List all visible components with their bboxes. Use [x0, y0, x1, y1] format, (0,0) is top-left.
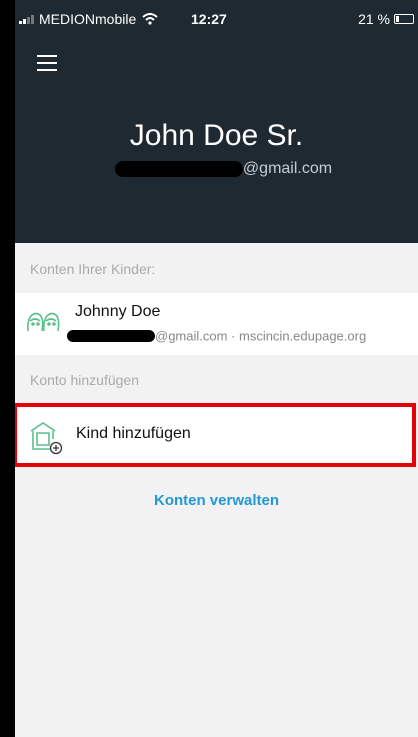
manage-accounts-link[interactable]: Konten verwalten	[15, 492, 418, 509]
status-time: 12:27	[191, 11, 227, 27]
child-email-redaction	[67, 329, 155, 342]
add-child-label: Kind hinzufügen	[76, 425, 191, 442]
child-account-row[interactable]: Johnny Doe @gmail.com · mscincin.edupage…	[15, 293, 418, 355]
carrier-name: MEDIONmobile	[39, 11, 137, 27]
battery-fill	[396, 16, 399, 22]
phone-screen: MEDIONmobile 12:27 21 % John Doe Sr. @gm…	[0, 0, 418, 737]
status-right: 21 %	[358, 12, 414, 26]
app-screen: MEDIONmobile 12:27 21 % John Doe Sr. @gm…	[15, 0, 418, 737]
account-header: MEDIONmobile 12:27 21 % John Doe Sr. @gm…	[15, 0, 418, 243]
battery-icon	[394, 14, 414, 24]
child-account-meta: @gmail.com · mscincin.edupage.org	[155, 328, 367, 344]
signal-icon	[19, 14, 35, 24]
child-name: Johnny Doe	[75, 303, 161, 320]
menu-icon[interactable]	[37, 55, 57, 71]
add-account-section-label: Konto hinzufügen	[30, 372, 139, 388]
user-name: John Doe Sr.	[129, 119, 304, 152]
email-redaction	[114, 161, 243, 177]
user-email-domain: @gmail.com	[242, 160, 333, 177]
user-email: @gmail.com	[15, 160, 418, 178]
battery-text: 21 %	[358, 11, 390, 27]
status-left: MEDIONmobile	[19, 12, 158, 26]
children-icon	[27, 312, 60, 332]
children-section-label: Konten Ihrer Kinder:	[30, 261, 156, 277]
status-bar: MEDIONmobile 12:27 21 %	[15, 0, 418, 34]
add-child-button[interactable]: Kind hinzufügen	[15, 405, 416, 465]
add-child-icon	[30, 422, 63, 455]
wifi-icon	[142, 13, 158, 25]
child-account-details: @gmail.com · mscincin.edupage.org	[67, 327, 366, 345]
